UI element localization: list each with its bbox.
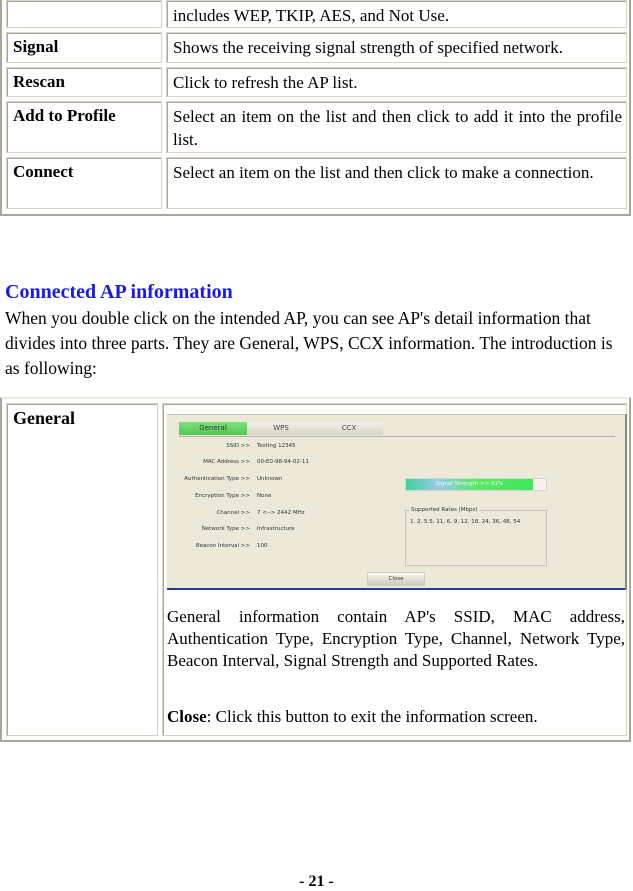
- table-desc-cell: Select an item on the list and then clic…: [166, 101, 627, 153]
- field-value: Infrastructure: [257, 526, 295, 532]
- close-description: Close: Click this button to exit the inf…: [167, 706, 625, 728]
- field-value: None: [257, 493, 272, 499]
- signal-strength-label: Signal Strength >> 91%: [435, 481, 504, 487]
- table-desc-cell: Click to refresh the AP list.: [166, 67, 627, 97]
- page-number: - 21 -: [299, 873, 334, 890]
- table-label-cell: General: [6, 403, 158, 736]
- field-key: MAC Address >>: [203, 459, 250, 465]
- divider: [167, 414, 625, 415]
- field-encryption: Encryption Type >> None: [167, 493, 567, 501]
- field-key: Authentication Type >>: [184, 476, 250, 482]
- tab-wps[interactable]: WPS: [247, 422, 315, 435]
- close-button[interactable]: Close: [367, 572, 425, 586]
- field-key: Channel >>: [216, 510, 250, 516]
- table-desc-cell: Select an item on the list and then clic…: [166, 157, 627, 209]
- close-desc-text: : Click this button to exit the informat…: [206, 707, 538, 726]
- controls-table: includes WEP, TKIP, AES, and Not Use. Si…: [0, 0, 631, 216]
- field-mac: MAC Address >> 00-E0-98-94-02-11: [167, 459, 567, 467]
- field-value: 00-E0-98-94-02-11: [257, 459, 309, 465]
- signal-strength-bar: Signal Strength >> 91%: [405, 478, 547, 491]
- table-label-cell: Connect: [6, 157, 162, 209]
- field-key: Beacon Interval >>: [195, 543, 250, 549]
- section-intro: When you double click on the intended AP…: [5, 308, 613, 378]
- close-term: Close: [167, 707, 207, 726]
- field-key: Encryption Type >>: [195, 493, 250, 499]
- field-key: SSID >>: [226, 443, 250, 449]
- field-key: Network Type >>: [201, 526, 250, 532]
- supported-rates-group: Supported Rates (Mbps) 1, 2, 5.5, 11, 6,…: [405, 507, 547, 566]
- tab-general[interactable]: General: [179, 422, 247, 435]
- field-value: Unknown: [257, 476, 283, 482]
- supported-rates-legend: Supported Rates (Mbps): [409, 507, 480, 513]
- ap-info-screenshot: General WPS CCX SSID >> Testing 12345 MA…: [167, 414, 627, 590]
- table-desc-cell: includes WEP, TKIP, AES, and Not Use.: [166, 0, 627, 28]
- field-value: 7 <--> 2442 MHz: [257, 510, 305, 516]
- table-label-cell: [6, 0, 162, 28]
- tab-bar: General WPS CCX: [179, 422, 615, 437]
- table-label-cell: Add to Profile: [6, 101, 162, 153]
- field-value: Testing 12345: [257, 443, 296, 449]
- section-heading: Connected AP information: [5, 281, 233, 303]
- divider: [167, 588, 625, 590]
- general-description: General information contain AP's SSID, M…: [167, 607, 625, 670]
- field-ssid: SSID >> Testing 12345: [167, 443, 567, 451]
- supported-rates-value: 1, 2, 5.5, 11, 6, 9, 12, 18, 24, 36, 48,…: [410, 519, 521, 525]
- table-desc-cell: Shows the receiving signal strength of s…: [166, 32, 627, 63]
- divider: [625, 414, 627, 590]
- field-value: 100: [257, 543, 268, 549]
- table-label-cell: Rescan: [6, 67, 162, 97]
- tab-ccx[interactable]: CCX: [315, 422, 383, 435]
- table-label-cell: Signal: [6, 32, 162, 63]
